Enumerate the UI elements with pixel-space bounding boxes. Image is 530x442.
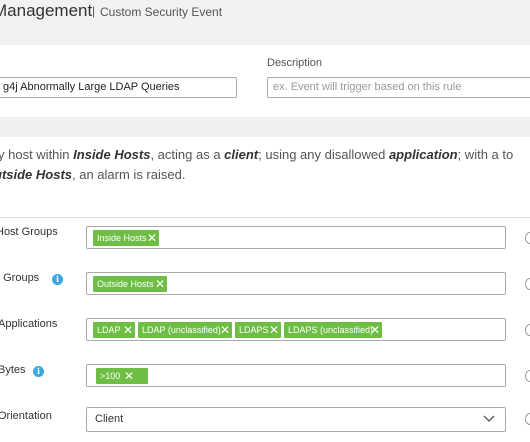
bytes-field[interactable]: >100 ✕: [86, 364, 506, 387]
close-icon[interactable]: ✕: [220, 322, 230, 338]
orientation-label: Orientation: [0, 410, 52, 422]
chip-label: LDAPS: [239, 325, 269, 335]
rule-summary-line-2: utside Hosts, an alarm is raised.: [0, 165, 185, 185]
chip-bytes-value: >100 ✕: [96, 368, 148, 384]
orientation-select[interactable]: Client: [86, 407, 506, 432]
row-action-icon[interactable]: [525, 232, 530, 244]
summary-text: , acting as a: [150, 147, 225, 162]
section-divider: [0, 217, 530, 218]
chip-label: LDAPS (unclassified): [288, 325, 374, 335]
summary-inside-hosts: Inside Hosts: [73, 147, 151, 162]
section-band: [0, 117, 530, 137]
page-subtitle: Custom Security Event: [100, 5, 223, 19]
info-icon[interactable]: i: [52, 274, 63, 285]
chip-label: >100: [100, 371, 121, 381]
host-groups-field[interactable]: Inside Hosts ✕: [86, 226, 506, 249]
close-icon[interactable]: ✕: [124, 368, 134, 384]
close-icon[interactable]: ✕: [370, 322, 380, 338]
chip-label: LDAP: [97, 325, 121, 335]
close-icon[interactable]: ✕: [123, 322, 133, 338]
chip-ldap-unclassified: LDAP (unclassified) ✕: [138, 322, 232, 338]
row-action-icon[interactable]: [525, 413, 530, 425]
chip-ldap: LDAP ✕: [93, 322, 135, 338]
summary-text: ; with a to: [457, 147, 514, 162]
chip-label: LDAP (unclassified): [142, 325, 221, 335]
page-title: Management: [0, 1, 93, 20]
info-icon[interactable]: i: [33, 366, 44, 377]
chip-ldaps-unclassified: LDAPS (unclassified) ✕: [284, 322, 382, 338]
summary-application: application: [388, 147, 458, 162]
description-input[interactable]: ex. Event will trigger based on this rul…: [267, 77, 530, 98]
chip-ldaps: LDAPS ✕: [235, 322, 281, 338]
row-action-icon[interactable]: [525, 324, 530, 336]
summary-text: ; using any disallowed: [258, 147, 389, 162]
description-label: Description: [267, 57, 323, 69]
row-action-icon[interactable]: [525, 370, 530, 382]
chip-label: Inside Hosts: [97, 233, 147, 243]
chip-outside-hosts: Outside Hosts ✕: [93, 276, 167, 292]
bytes-label: Bytes: [0, 364, 26, 376]
title-separator: |: [92, 4, 96, 18]
orientation-selected-value: Client: [95, 413, 124, 425]
applications-field[interactable]: LDAP ✕ LDAP (unclassified) ✕ LDAPS ✕ LDA…: [86, 318, 506, 341]
peer-groups-field[interactable]: Outside Hosts ✕: [86, 272, 506, 295]
close-icon[interactable]: ✕: [155, 276, 165, 292]
host-groups-label: Host Groups: [0, 226, 58, 238]
peer-groups-label: t Groups: [0, 272, 40, 284]
page-header: Management | Custom Security Event: [0, 0, 530, 45]
chevron-down-icon: [483, 415, 495, 422]
summary-client: client: [224, 147, 259, 162]
row-action-icon[interactable]: [525, 278, 530, 290]
close-icon[interactable]: ✕: [269, 322, 279, 338]
applications-label: Applications: [0, 318, 58, 330]
rule-summary-line-1: y host within Inside Hosts, acting as a …: [0, 145, 513, 165]
summary-text: y host within: [0, 147, 74, 162]
summary-outside-hosts: utside Hosts: [0, 167, 73, 182]
rule-name-input[interactable]: g4j Abnormally Large LDAP Queries: [0, 77, 237, 98]
close-icon[interactable]: ✕: [147, 230, 157, 246]
chip-label: Outside Hosts: [97, 279, 154, 289]
summary-text: , an alarm is raised.: [72, 167, 186, 182]
chip-inside-hosts: Inside Hosts ✕: [93, 230, 159, 246]
